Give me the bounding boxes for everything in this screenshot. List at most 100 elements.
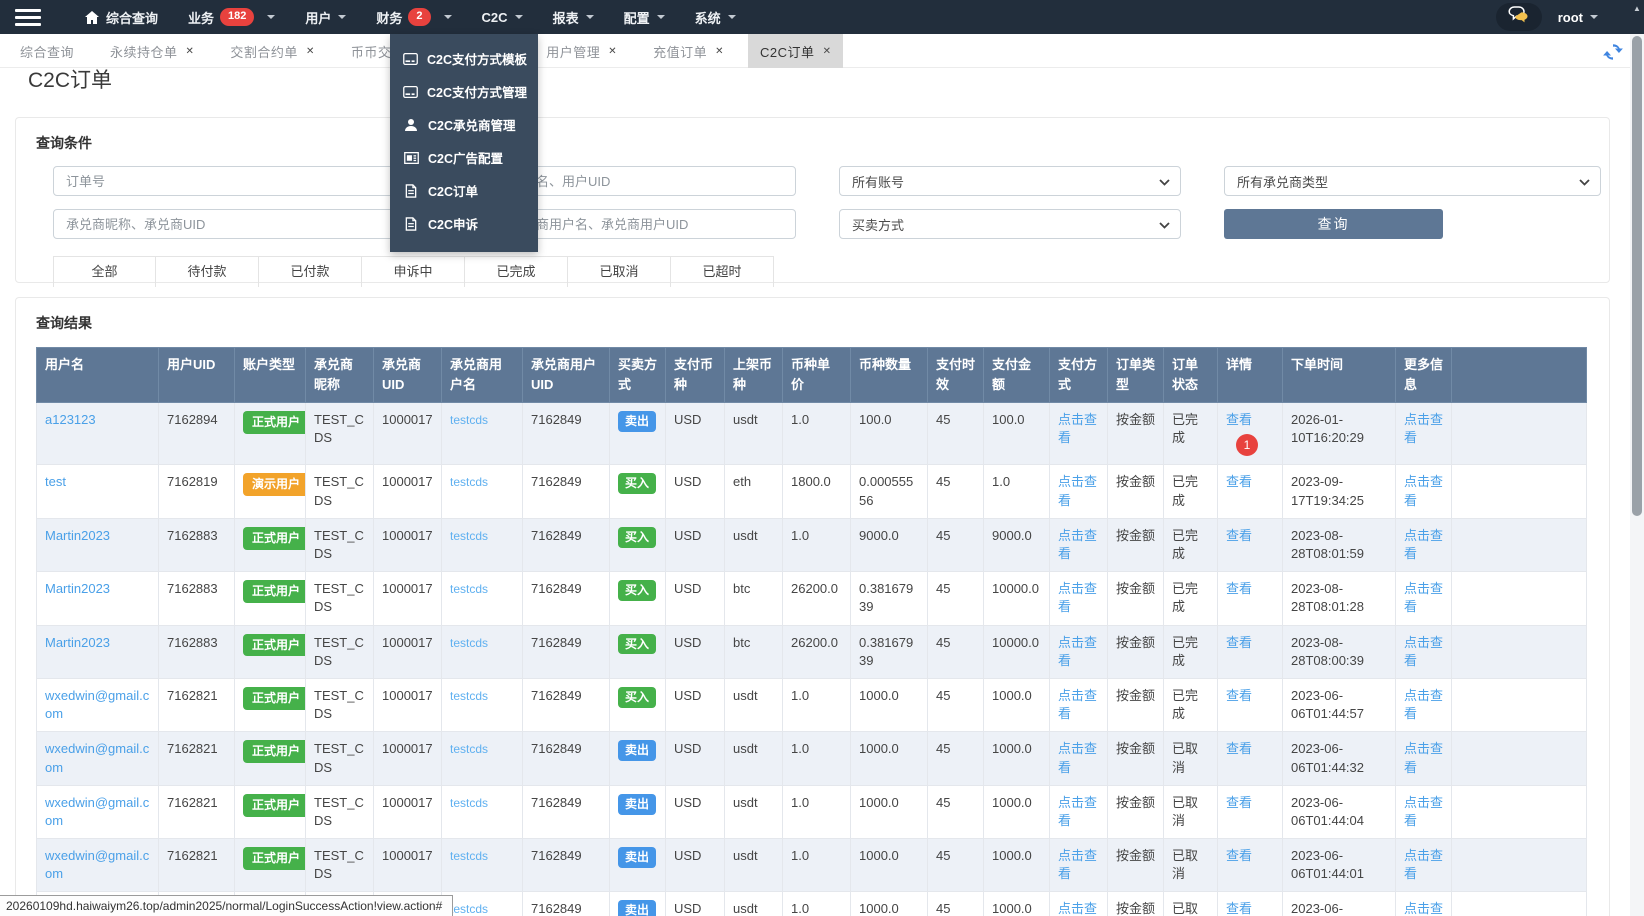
close-icon[interactable]: ✕ [186,46,195,57]
nav-item-财务[interactable]: 财务2 [361,0,466,34]
cell-link[interactable]: 点击查看 [1058,901,1097,916]
cell-link[interactable]: testcds [450,689,488,703]
cell-link[interactable]: 点击查看 [1404,741,1443,774]
cell-link[interactable]: testcds [450,529,488,543]
tab-充值订单[interactable]: 充值订单✕ [641,34,736,68]
cell-link[interactable]: testcds [450,475,488,489]
nav-item-用户[interactable]: 用户 [290,0,361,34]
nav-item-业务[interactable]: 业务182 [173,0,290,34]
cell-link[interactable]: Martin2023 [45,581,110,596]
cell-link[interactable]: 点击查看 [1058,848,1097,881]
detail-link[interactable]: 查看 [1226,528,1252,543]
scrollbar-thumb[interactable] [1632,36,1642,516]
detail-link[interactable]: 查看 [1226,795,1252,810]
cell-link[interactable]: testcds [450,902,488,916]
cell-link[interactable]: testcds [450,582,488,596]
cell-link[interactable]: 点击查看 [1404,528,1443,561]
cell-link[interactable]: Martin2023 [45,528,110,543]
account-select[interactable]: 所有账号 [839,166,1181,196]
cell-link[interactable]: testcds [450,636,488,650]
cell-link[interactable]: 点击查看 [1058,688,1097,721]
cell-link[interactable]: 点击查看 [1058,581,1097,614]
status-tab-待付款[interactable]: 待付款 [156,257,259,287]
chevron-down-icon [657,15,665,19]
menu-item-C2C广告配置[interactable]: C2C广告配置 [390,141,538,174]
menu-item-C2C申诉[interactable]: C2C申诉 [390,207,538,240]
close-icon[interactable]: ✕ [715,46,724,57]
chevron-down-icon [515,15,523,19]
nav-item-C2C[interactable]: C2C [467,0,538,34]
column-header: 上架币种 [725,348,783,403]
status-tab-已超时[interactable]: 已超时 [671,257,774,287]
cell-link[interactable]: 点击查看 [1404,412,1443,445]
status-tab-申诉中[interactable]: 申诉中 [362,257,465,287]
user-input[interactable] [497,166,796,196]
vertical-scrollbar[interactable]: ▲ [1630,0,1644,916]
cell-link[interactable]: 点击查看 [1058,474,1097,507]
messages-button[interactable] [1496,3,1542,31]
detail-link[interactable]: 查看 [1226,901,1252,916]
nav-item-报表[interactable]: 报表 [538,0,609,34]
status-tab-已付款[interactable]: 已付款 [259,257,362,287]
status-tab-全部[interactable]: 全部 [53,257,156,287]
search-button[interactable]: 查询 [1224,209,1443,239]
detail-link[interactable]: 查看 [1226,412,1252,427]
menu-item-C2C支付方式模板[interactable]: C2C支付方式模板 [390,42,538,75]
cell-link[interactable]: 点击查看 [1058,412,1097,445]
cell-link[interactable]: testcds [450,413,488,427]
cell-link[interactable]: 点击查看 [1404,474,1443,507]
close-icon[interactable]: ✕ [608,46,617,57]
detail-link[interactable]: 查看 [1226,848,1252,863]
close-icon[interactable]: ✕ [306,46,315,57]
detail-link[interactable]: 查看 [1226,474,1252,489]
cell-user_uid: 7162819 [159,465,235,518]
cell-link[interactable]: 点击查看 [1404,635,1443,668]
detail-link[interactable]: 查看 [1226,741,1252,756]
cell-account_type: 正式用户 [235,678,306,731]
cell-link[interactable]: wxedwin@gmail.com [45,848,149,881]
tab-交割合约单[interactable]: 交割合约单✕ [218,34,326,68]
cell-link[interactable]: 点击查看 [1404,795,1443,828]
cell-link[interactable]: Martin2023 [45,635,110,650]
tab-综合查询[interactable]: 综合查询 [8,34,86,68]
hamburger-menu-button[interactable] [0,0,56,34]
cell-link[interactable]: wxedwin@gmail.com [45,741,149,774]
nav-item-综合查询[interactable]: 综合查询 [70,0,173,34]
user-menu[interactable]: root [1558,10,1598,25]
status-tab-已完成[interactable]: 已完成 [465,257,568,287]
tab-C2C订单[interactable]: C2C订单✕ [748,34,843,68]
cell-link[interactable]: 点击查看 [1058,795,1097,828]
cell-link[interactable]: 点击查看 [1058,741,1097,774]
acceptor-type-select[interactable]: 所有承兑商类型 [1224,166,1601,196]
cell-link[interactable]: 点击查看 [1058,635,1097,668]
menu-item-C2C承兑商管理[interactable]: C2C承兑商管理 [390,108,538,141]
cell-link[interactable]: testcds [450,796,488,810]
menu-item-C2C支付方式管理[interactable]: C2C支付方式管理 [390,75,538,108]
cell-link[interactable]: wxedwin@gmail.com [45,688,149,721]
acceptor-user-input[interactable] [497,209,796,239]
cell-link[interactable]: a123123 [45,412,96,427]
side-select[interactable]: 买卖方式 [839,209,1181,239]
nav-item-配置[interactable]: 配置 [609,0,680,34]
cell-link[interactable]: testcds [450,849,488,863]
status-tab-已取消[interactable]: 已取消 [568,257,671,287]
tab-用户管理[interactable]: 用户管理✕ [534,34,629,68]
cell-link[interactable]: test [45,474,66,489]
tab-永续持仓单[interactable]: 永续持仓单✕ [98,34,206,68]
detail-link[interactable]: 查看 [1226,688,1252,703]
cell-link[interactable]: 点击查看 [1404,848,1443,881]
close-icon[interactable]: ✕ [823,46,832,57]
detail-link[interactable]: 查看 [1226,581,1252,596]
scroll-up-arrow[interactable]: ▲ [1630,0,1644,34]
cell-link[interactable]: 点击查看 [1404,581,1443,614]
menu-item-C2C订单[interactable]: C2C订单 [390,174,538,207]
refresh-button[interactable] [1602,41,1624,63]
cell-link[interactable]: 点击查看 [1404,688,1443,721]
detail-link[interactable]: 查看 [1226,635,1252,650]
cell-link[interactable]: testcds [450,742,488,756]
cell-link[interactable]: 点击查看 [1058,528,1097,561]
nav-item-系统[interactable]: 系统 [680,0,751,34]
cell-link[interactable]: 点击查看 [1404,901,1443,916]
cell-account_type: 演示用户 [235,465,306,518]
cell-link[interactable]: wxedwin@gmail.com [45,795,149,828]
